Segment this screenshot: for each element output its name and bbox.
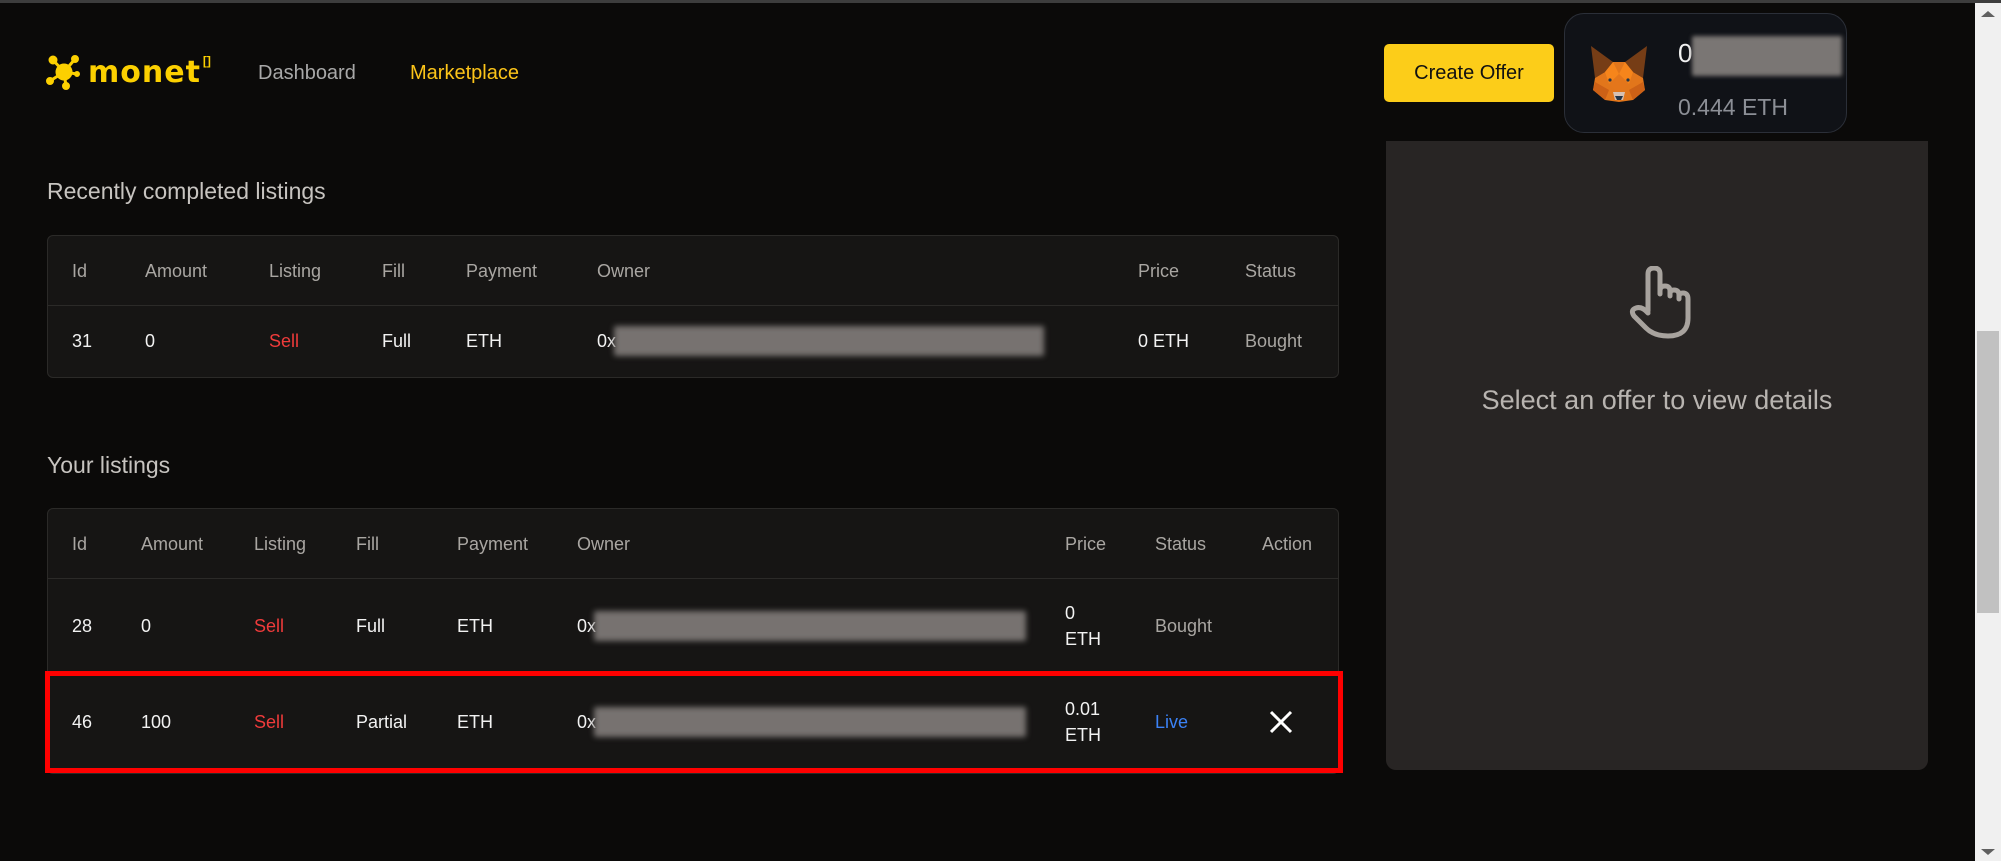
scroll-up-arrow-icon[interactable] bbox=[1981, 11, 1995, 17]
recent-listings-title: Recently completed listings bbox=[47, 178, 326, 204]
cell-price-unit: ETH bbox=[1065, 629, 1101, 649]
cell-listing: Sell bbox=[254, 712, 285, 732]
cell-fill: Full bbox=[382, 331, 412, 351]
column-header-status: Status bbox=[1155, 534, 1207, 554]
column-header-price: Price bbox=[1138, 261, 1180, 281]
scrollbar-thumb[interactable] bbox=[1977, 331, 1999, 613]
owner-address-redacted bbox=[594, 611, 1026, 641]
column-header-owner: Owner bbox=[597, 261, 651, 281]
cell-listing: Sell bbox=[254, 616, 285, 636]
brand-name: monet bbox=[88, 55, 201, 90]
cancel-listing-icon[interactable] bbox=[1266, 707, 1296, 737]
column-header-listing: Listing bbox=[269, 261, 322, 281]
brand-logo[interactable]: monet [] bbox=[46, 54, 211, 92]
cell-price-value: 0.01 bbox=[1065, 699, 1101, 719]
pointer-hand-icon bbox=[1629, 266, 1691, 339]
monet-logo-icon bbox=[46, 55, 80, 90]
cell-price-unit: ETH bbox=[1065, 725, 1101, 745]
window-top-border bbox=[0, 0, 2001, 3]
column-header-price: Price bbox=[1065, 534, 1107, 554]
column-header-listing: Listing bbox=[254, 534, 307, 554]
owner-address-redacted bbox=[594, 707, 1026, 737]
cell-fill: Partial bbox=[356, 712, 408, 732]
column-header-id: Id bbox=[72, 534, 88, 554]
table-header: Id Amount Listing Fill Payment Owner Pri… bbox=[48, 236, 1338, 306]
column-header-amount: Amount bbox=[141, 534, 204, 554]
column-header-action: Action bbox=[1262, 534, 1313, 554]
empty-state-text: Select an offer to view details bbox=[1481, 385, 1833, 415]
cell-amount: 100 bbox=[141, 712, 172, 732]
wallet-address-redacted bbox=[1692, 36, 1842, 76]
page-scrollbar[interactable] bbox=[1975, 3, 2001, 861]
wallet-card[interactable]: 0 0.444 ETH bbox=[1564, 13, 1847, 133]
cell-payment: ETH bbox=[457, 712, 493, 732]
cell-status: Bought bbox=[1155, 616, 1213, 636]
table-row-selected[interactable]: 46 100 Sell Partial ETH 0x 0.01 ETH Live bbox=[48, 674, 1338, 774]
column-header-id: Id bbox=[72, 261, 88, 281]
cell-fill: Full bbox=[356, 616, 386, 636]
column-header-payment: Payment bbox=[457, 534, 529, 554]
create-offer-button[interactable]: Create Offer bbox=[1384, 44, 1554, 102]
cell-price-value: 0 bbox=[1065, 603, 1076, 623]
column-header-fill: Fill bbox=[356, 534, 379, 554]
column-header-amount: Amount bbox=[145, 261, 208, 281]
cell-amount: 0 bbox=[145, 331, 156, 351]
your-listings-title: Your listings bbox=[47, 452, 171, 478]
column-header-payment: Payment bbox=[466, 261, 538, 281]
nav-marketplace[interactable]: Marketplace bbox=[410, 60, 519, 86]
recent-listings-table: Id Amount Listing Fill Payment Owner Pri… bbox=[47, 235, 1339, 378]
scroll-down-arrow-icon[interactable] bbox=[1981, 849, 1995, 855]
cell-price: 0 ETH bbox=[1138, 331, 1190, 351]
cell-id: 46 bbox=[72, 712, 93, 732]
cell-id: 28 bbox=[72, 616, 93, 636]
column-header-status: Status bbox=[1245, 261, 1297, 281]
brand-superscript: [] bbox=[202, 54, 211, 68]
cell-payment: ETH bbox=[466, 331, 502, 351]
cell-status: Bought bbox=[1245, 331, 1303, 351]
owner-address-redacted bbox=[614, 326, 1044, 356]
cell-amount: 0 bbox=[141, 616, 152, 636]
column-header-owner: Owner bbox=[577, 534, 631, 554]
wallet-balance: 0.444 ETH bbox=[1678, 94, 1788, 120]
column-header-fill: Fill bbox=[382, 261, 405, 281]
your-listings-table: Id Amount Listing Fill Payment Owner Pri… bbox=[47, 508, 1339, 774]
metamask-fox-icon bbox=[1591, 46, 1647, 102]
offer-details-panel: Select an offer to view details bbox=[1386, 141, 1928, 770]
table-header: Id Amount Listing Fill Payment Owner Pri… bbox=[48, 509, 1338, 579]
cell-payment: ETH bbox=[457, 616, 493, 636]
cell-id: 31 bbox=[72, 331, 93, 351]
table-row[interactable]: 31 0 Sell Full ETH 0x 0 ETH Bought bbox=[48, 306, 1338, 378]
cell-status: Live bbox=[1155, 712, 1189, 732]
wallet-address: 0 bbox=[1678, 38, 1693, 68]
table-row[interactable]: 28 0 Sell Full ETH 0x 0 ETH Bought bbox=[48, 579, 1338, 673]
cell-listing: Sell bbox=[269, 331, 300, 351]
nav-dashboard[interactable]: Dashboard bbox=[258, 60, 356, 86]
